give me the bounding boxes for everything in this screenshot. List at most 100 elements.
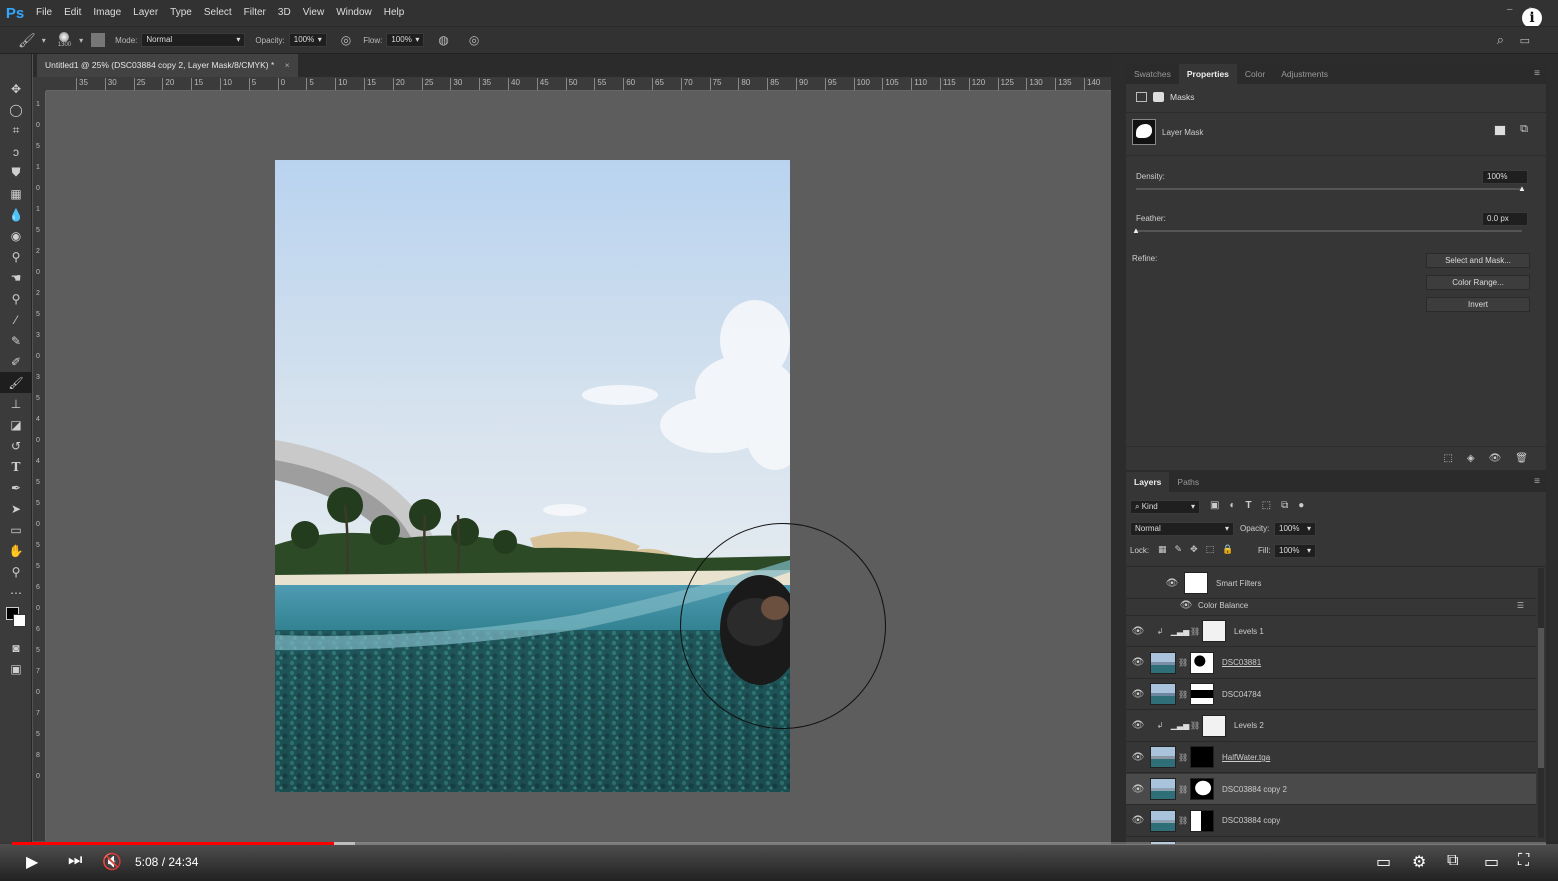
lasso-tool-icon[interactable]: ↄ bbox=[0, 141, 32, 162]
theater-mode-icon[interactable]: ▭ bbox=[1484, 852, 1499, 872]
link-icon[interactable]: ⛓ bbox=[1178, 658, 1190, 667]
layer-row[interactable]: 👁 ⛓ DSC04784 bbox=[1126, 679, 1536, 711]
pen-tool-icon[interactable]: ✒ bbox=[0, 477, 32, 498]
toggle-mask-icon[interactable]: 👁 bbox=[1489, 453, 1502, 464]
move-tool-icon[interactable]: ✥ bbox=[0, 78, 32, 99]
marquee-tool-icon[interactable]: ◯ bbox=[0, 99, 32, 120]
menu-select[interactable]: Select bbox=[198, 0, 238, 26]
eye-icon[interactable]: 👁 bbox=[1126, 784, 1150, 795]
image-filter-icon[interactable]: ▣ bbox=[1210, 500, 1219, 511]
opacity-field[interactable]: 100% ▾ bbox=[288, 33, 327, 47]
tab-layers[interactable]: Layers bbox=[1126, 472, 1170, 492]
panel-menu-icon[interactable]: ≡ bbox=[1534, 476, 1540, 487]
eye-icon[interactable]: 👁 bbox=[1126, 720, 1150, 731]
eye-icon[interactable]: 👁 bbox=[1126, 689, 1150, 700]
smudge-tool-icon[interactable]: ☚ bbox=[0, 267, 32, 288]
quick-mask-icon[interactable]: ◙ bbox=[0, 637, 32, 658]
tab-color[interactable]: Color bbox=[1237, 64, 1273, 84]
panel-menu-icon[interactable]: ≡ bbox=[1534, 68, 1540, 79]
zoom-tool-icon[interactable]: ⚲ bbox=[0, 561, 32, 582]
rectangle-tool-icon[interactable]: ▭ bbox=[0, 519, 32, 540]
smart-object-filter-icon[interactable]: ⧉ bbox=[1281, 500, 1288, 511]
density-slider[interactable] bbox=[1136, 188, 1522, 190]
dodge-tool-icon[interactable]: ⚲ bbox=[0, 246, 32, 267]
fill-field[interactable]: 100% ▾ bbox=[1274, 544, 1316, 558]
invert-button[interactable]: Invert bbox=[1426, 297, 1530, 312]
search-icon[interactable]: ⌕ bbox=[1497, 32, 1504, 48]
shape-filter-icon[interactable]: ⬚ bbox=[1262, 500, 1271, 511]
eyedropper-icon[interactable]: ⁄ bbox=[0, 309, 32, 330]
lock-position-icon[interactable]: ✥ bbox=[1190, 544, 1198, 555]
brush-panel-icon[interactable] bbox=[91, 33, 106, 47]
lock-image-icon[interactable]: ✎ bbox=[1175, 544, 1183, 555]
layer-row[interactable]: 👁 ⛓ HalfWater.tga bbox=[1126, 742, 1536, 774]
settings-icon[interactable]: ⚙ bbox=[1412, 852, 1426, 872]
more-tools-icon[interactable]: ⋯ bbox=[0, 582, 32, 603]
link-icon[interactable]: ⛓ bbox=[1178, 816, 1190, 825]
density-slider-thumb[interactable]: ▲ bbox=[1518, 184, 1526, 193]
smart-filter-mask-thumbnail[interactable] bbox=[1184, 572, 1208, 594]
flow-field[interactable]: 100% ▾ bbox=[386, 33, 425, 47]
link-icon[interactable]: ⛓ bbox=[1178, 785, 1190, 794]
vector-mask-icon[interactable] bbox=[1153, 92, 1164, 102]
close-icon[interactable]: × bbox=[285, 60, 290, 70]
color-balance-row[interactable]: 👁 Color Balance ☰ bbox=[1126, 596, 1536, 616]
eraser-tool-icon[interactable]: ◪ bbox=[0, 414, 32, 435]
airbrush-icon[interactable]: ◍ bbox=[438, 33, 448, 47]
healing-brush-icon[interactable]: ✐ bbox=[0, 351, 32, 372]
layer-row[interactable]: 👁 ⛓ DSC03884 copy bbox=[1126, 806, 1536, 837]
history-brush-icon[interactable]: ↺ bbox=[0, 435, 32, 456]
filter-options-icon[interactable]: ☰ bbox=[1517, 601, 1524, 610]
link-icon[interactable]: ⛓ bbox=[1178, 690, 1190, 699]
color-range-button[interactable]: Color Range... bbox=[1426, 275, 1530, 290]
menu-window[interactable]: Window bbox=[330, 0, 378, 26]
layer-mask-thumbnail[interactable] bbox=[1190, 746, 1214, 769]
link-icon[interactable]: ⛓ bbox=[1190, 721, 1202, 730]
vertical-ruler[interactable]: 105101520253035404550556065707580 bbox=[33, 91, 46, 841]
lock-artboard-icon[interactable]: ⬚ bbox=[1206, 544, 1215, 555]
sponge-tool-icon[interactable]: ◉ bbox=[0, 225, 32, 246]
eye-icon[interactable]: 👁 bbox=[1126, 657, 1150, 668]
select-and-mask-button[interactable]: Select and Mask... bbox=[1426, 253, 1530, 268]
pressure-size-icon[interactable]: ◎ bbox=[469, 33, 479, 47]
layer-thumbnail[interactable] bbox=[1150, 778, 1176, 800]
eye-icon[interactable]: 👁 bbox=[1126, 752, 1150, 763]
eye-icon[interactable]: 👁 bbox=[1126, 626, 1150, 637]
quick-selection-icon[interactable]: ✎ bbox=[0, 330, 32, 351]
path-selection-icon[interactable]: ➤ bbox=[0, 498, 32, 519]
brush-tool-icon[interactable]: 🖌 bbox=[18, 32, 36, 49]
miniplayer-icon[interactable]: ⧉ bbox=[1447, 852, 1458, 870]
layer-mask-thumbnail[interactable] bbox=[1190, 651, 1214, 674]
minimize-icon[interactable]: ‒ bbox=[1507, 4, 1513, 15]
mode-select[interactable]: Normal ▾ bbox=[141, 33, 246, 47]
chevron-down-icon[interactable]: ▾ bbox=[79, 36, 83, 45]
menu-help[interactable]: Help bbox=[378, 0, 411, 26]
lock-all-icon[interactable]: 🔒 bbox=[1222, 544, 1233, 555]
menu-view[interactable]: View bbox=[297, 0, 331, 26]
menu-filter[interactable]: Filter bbox=[238, 0, 272, 26]
clone-stamp-icon[interactable]: ⊥ bbox=[0, 393, 32, 414]
feather-slider[interactable] bbox=[1136, 230, 1522, 232]
filter-toggle-icon[interactable]: ● bbox=[1298, 500, 1304, 511]
select-pixel-mask-icon[interactable] bbox=[1494, 125, 1506, 136]
eye-icon[interactable]: 👁 bbox=[1160, 578, 1184, 589]
play-icon[interactable]: ▶ bbox=[26, 852, 38, 872]
background-color[interactable] bbox=[13, 614, 26, 627]
apply-mask-icon[interactable]: ◈ bbox=[1467, 453, 1475, 464]
layer-mask-thumbnail[interactable] bbox=[1202, 714, 1226, 737]
tab-properties[interactable]: Properties bbox=[1178, 64, 1237, 84]
layer-row[interactable]: 👁 ↲ ▁▃▅ ⛓ Levels 1 bbox=[1126, 616, 1536, 647]
hand-tool-icon[interactable]: ✋ bbox=[0, 540, 32, 561]
type-tool-icon[interactable]: T bbox=[0, 456, 32, 477]
pressure-opacity-icon[interactable]: ◎ bbox=[341, 33, 351, 47]
layer-thumbnail[interactable] bbox=[1150, 683, 1176, 706]
workspace-icon[interactable]: ▭ bbox=[1520, 34, 1530, 47]
fullscreen-icon[interactable]: ⛶ bbox=[1518, 852, 1529, 870]
layer-mask-thumbnail[interactable] bbox=[1190, 809, 1214, 832]
brush-tool-icon[interactable]: 🖌 bbox=[0, 372, 32, 393]
burn-tool-icon[interactable]: ⚲ bbox=[0, 288, 32, 309]
layer-row[interactable]: 👁 ⛓ DSC03884 copy 2 bbox=[1126, 774, 1536, 805]
crop-tool-icon[interactable]: ⌗ bbox=[0, 120, 32, 141]
layer-opacity-field[interactable]: 100% ▾ bbox=[1274, 522, 1316, 536]
layer-mask-thumbnail[interactable] bbox=[1190, 683, 1214, 706]
